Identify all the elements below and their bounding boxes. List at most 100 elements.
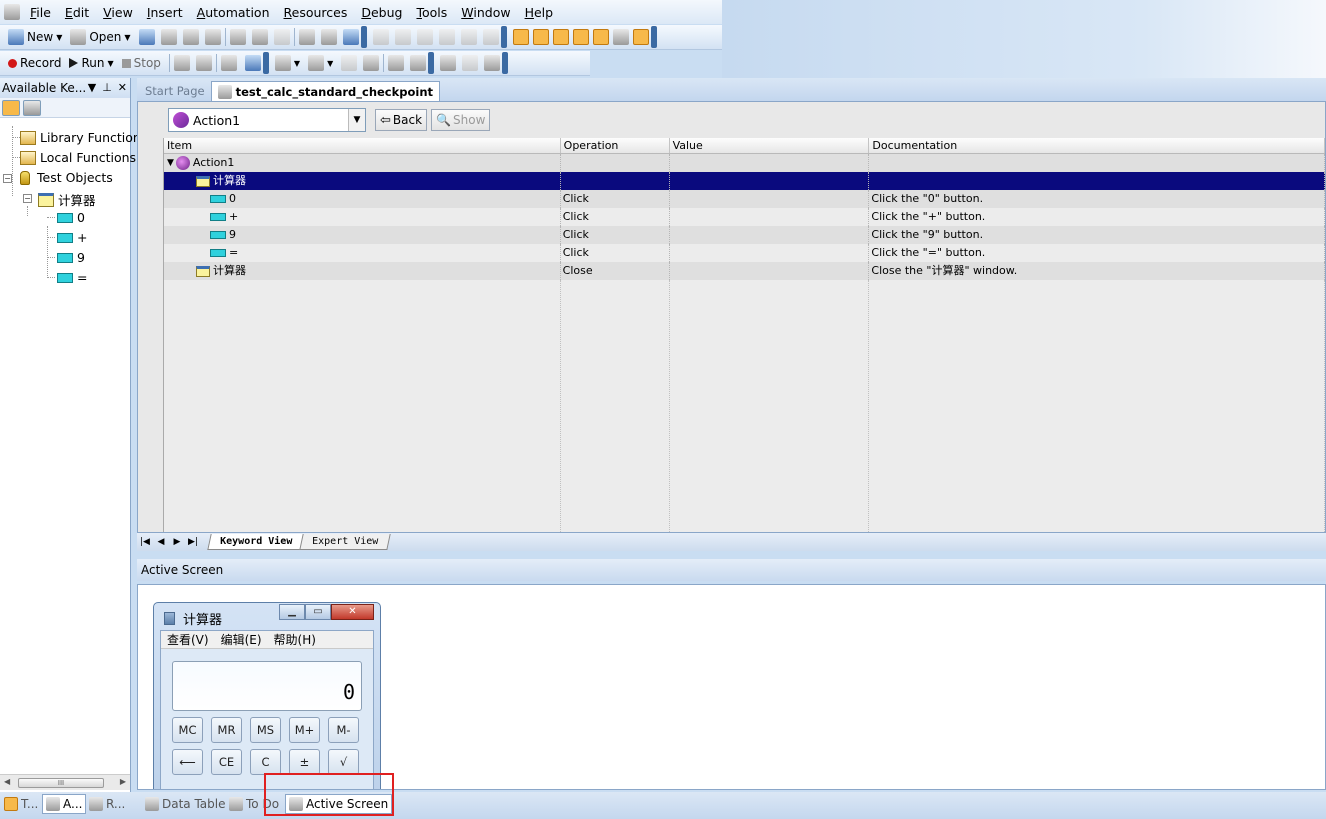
column-header-item[interactable]: Item — [164, 138, 561, 153]
save-all-icon[interactable] — [160, 29, 177, 45]
new-button[interactable]: New ▼ — [4, 27, 66, 47]
object-spy-icon[interactable] — [195, 55, 212, 71]
pane-menu-icon[interactable]: ▼ — [88, 81, 96, 94]
close-icon[interactable]: ✕ — [331, 604, 374, 620]
prev-tab-icon[interactable]: ◀ — [153, 537, 169, 547]
menu-edit[interactable]: Edit — [65, 5, 89, 20]
menu-insert[interactable]: Insert — [147, 5, 183, 20]
tab-start-page[interactable]: Start Page — [139, 81, 211, 101]
debug-viewer-icon[interactable] — [612, 29, 629, 45]
chevron-down-icon[interactable]: ▼ — [348, 109, 365, 131]
tree-item-button-equals[interactable]: = — [57, 270, 87, 285]
print-icon[interactable] — [204, 29, 221, 45]
tree-item-calculator[interactable]: 计算器 — [38, 190, 96, 209]
tab-resources[interactable]: R... — [86, 794, 128, 814]
redo-icon[interactable] — [394, 29, 411, 45]
menu-help[interactable]: Help — [525, 5, 554, 20]
object-repository-icon[interactable] — [173, 55, 190, 71]
menu-debug[interactable]: Debug — [361, 5, 402, 20]
key-ms[interactable]: MS — [250, 717, 281, 743]
paste-icon[interactable] — [273, 29, 290, 45]
tab-test[interactable]: test_calc_standard_checkpoint — [210, 81, 441, 101]
menu-window[interactable]: Window — [461, 5, 510, 20]
table-row[interactable]: = Click Click the "=" button. — [164, 244, 1326, 262]
step-out-icon[interactable] — [410, 55, 427, 71]
find-icon[interactable] — [460, 29, 477, 45]
key-m-plus[interactable]: M+ — [289, 717, 320, 743]
next-tab-icon[interactable]: ▶ — [169, 537, 185, 547]
toolbar-grip[interactable] — [428, 52, 435, 74]
uncomment-icon[interactable] — [438, 29, 455, 45]
collapse-icon[interactable]: − — [3, 174, 12, 183]
pin-icon[interactable]: ⊥ — [102, 81, 112, 94]
print-preview-icon[interactable] — [182, 29, 199, 45]
low-level-recording-icon[interactable] — [363, 55, 380, 71]
insert-output-icon[interactable] — [308, 55, 325, 71]
key-sqrt[interactable]: √ — [328, 749, 359, 775]
tab-test-flow[interactable]: T... — [1, 794, 41, 814]
step-into-icon[interactable] — [388, 55, 405, 71]
record-button[interactable]: Record — [4, 53, 65, 73]
horizontal-scrollbar[interactable]: ◀ III ▶ — [0, 774, 130, 790]
run-button[interactable]: Run ▼ — [65, 53, 117, 73]
tree-item-button-plus[interactable]: + — [57, 230, 87, 245]
calc-menu-view[interactable]: 查看(V) — [167, 631, 209, 648]
table-row[interactable]: 0 Click Click the "0" button. — [164, 190, 1326, 208]
tab-available-keywords[interactable]: A... — [42, 794, 87, 814]
collapse-icon[interactable]: − — [23, 194, 32, 203]
information-icon[interactable] — [632, 29, 649, 45]
view-mode-icon[interactable] — [2, 99, 20, 116]
table-row[interactable]: 计算器 — [164, 172, 1325, 190]
table-row[interactable]: 9 Click Click the "9" button. — [164, 226, 1326, 244]
key-ce[interactable]: CE — [211, 749, 242, 775]
key-mr[interactable]: MR — [211, 717, 242, 743]
calc-menu-edit[interactable]: 编辑(E) — [221, 631, 262, 648]
database-icon[interactable] — [244, 55, 261, 71]
properties-icon[interactable] — [320, 29, 337, 45]
step-generator-icon[interactable] — [220, 55, 237, 71]
scroll-right-icon[interactable]: ▶ — [120, 777, 126, 786]
calculator-snapshot[interactable]: 计算器 ▁ ▭ ✕ 查看(V) 编辑(E) 帮助(H) 0 MC MR MS M… — [153, 602, 381, 789]
column-header-documentation[interactable]: Documentation — [869, 138, 1325, 153]
minimize-icon[interactable]: ▁ — [279, 604, 305, 620]
clear-breakpoints-icon[interactable] — [462, 55, 479, 71]
toolbar-grip[interactable] — [360, 26, 367, 48]
toolbar-grip[interactable] — [650, 26, 657, 48]
menu-automation[interactable]: Automation — [197, 5, 270, 20]
calc-menu-help[interactable]: 帮助(H) — [274, 631, 316, 648]
undo-icon[interactable] — [372, 29, 389, 45]
check-syntax-icon[interactable] — [342, 29, 359, 45]
toolbar-grip[interactable] — [262, 52, 269, 74]
tree-item-button-9[interactable]: 9 — [57, 250, 85, 265]
tree-item-test-objects[interactable]: Test Objects — [17, 170, 113, 185]
stop-button[interactable]: Stop — [118, 53, 165, 73]
column-header-operation[interactable]: Operation — [561, 138, 670, 153]
back-button[interactable]: ⇦ Back — [375, 109, 428, 131]
key-mc[interactable]: MC — [172, 717, 203, 743]
table-row[interactable]: 计算器 Close Close the "计算器" window. — [164, 262, 1325, 280]
tab-keyword-view[interactable]: Keyword View — [207, 534, 305, 550]
toolbar-grip[interactable] — [502, 52, 509, 74]
key-plus-minus[interactable]: ± — [289, 749, 320, 775]
tree-item-local-functions[interactable]: Local Functions — [20, 150, 136, 165]
menu-view[interactable]: View — [103, 5, 133, 20]
missing-resources-icon[interactable] — [552, 29, 569, 45]
toolbar-grip[interactable] — [500, 26, 507, 48]
open-button[interactable]: Open ▼ — [66, 27, 134, 47]
menu-tools[interactable]: Tools — [416, 5, 447, 20]
test-flow-icon[interactable] — [512, 29, 529, 45]
tab-expert-view[interactable]: Expert View — [299, 534, 392, 550]
column-header-value[interactable]: Value — [670, 138, 870, 153]
table-row[interactable]: ▼ Action1 — [164, 154, 1325, 172]
key-backspace[interactable]: ⟵ — [172, 749, 203, 775]
pin-icon[interactable] — [484, 55, 501, 71]
show-button[interactable]: 🔍 Show — [431, 109, 491, 131]
last-tab-icon[interactable]: ▶| — [185, 537, 201, 547]
chevron-down-icon[interactable]: ▼ — [327, 59, 333, 68]
resources-icon[interactable] — [532, 29, 549, 45]
breakpoint-icon[interactable] — [440, 55, 457, 71]
first-tab-icon[interactable]: |◀ — [137, 537, 153, 547]
table-row[interactable]: + Click Click the "+" button. — [164, 208, 1326, 226]
cut-icon[interactable] — [229, 29, 246, 45]
tree-item-library-functions[interactable]: Library Functions — [20, 130, 147, 145]
